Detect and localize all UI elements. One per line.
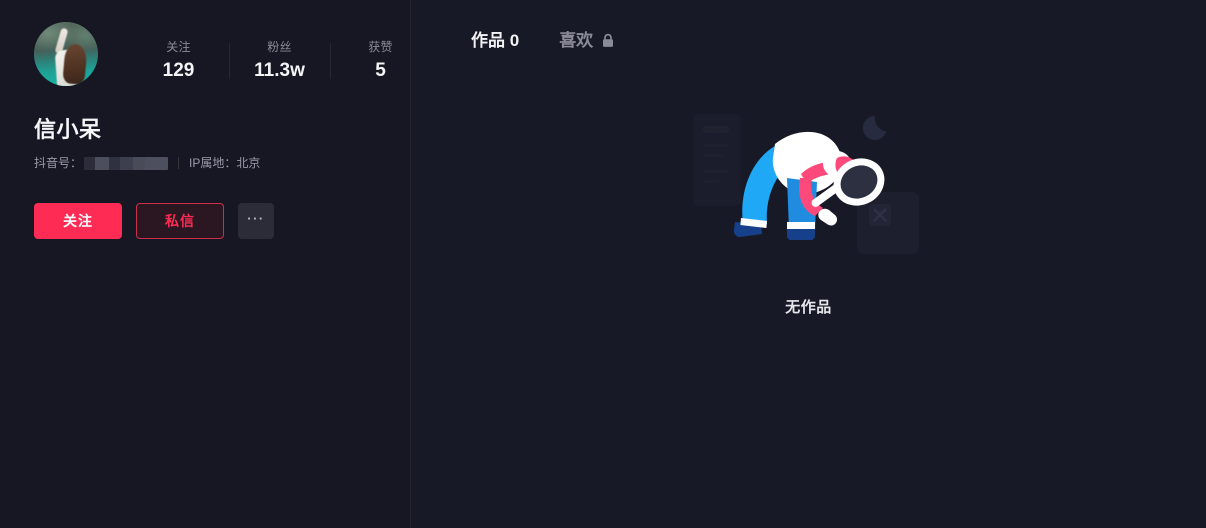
message-button[interactable]: 私信 [136,203,224,239]
stats-row: 关注 129 粉丝 11.3w 获赞 5 [128,22,431,84]
avatar[interactable] [34,22,98,86]
meta-divider [178,157,180,169]
tab-likes-label: 喜欢 [559,31,594,50]
stat-following[interactable]: 关注 129 [128,39,229,84]
douyin-profile-page: 关注 129 粉丝 11.3w 获赞 5 信小呆 抖音号： IP属地：北京 关注… [0,0,1206,528]
empty-illustration [679,96,939,266]
douyin-id-redacted-value [84,156,169,170]
avatar-figure-hair [62,43,88,85]
tab-works[interactable]: 作品 0 [471,28,519,54]
page-title: 信小呆 [34,117,102,142]
content-panel: 作品 0 喜欢 无作品 [411,0,1206,528]
stat-label: 粉丝 [267,40,292,54]
douyin-id-label: 抖音号： [34,156,83,170]
empty-state: 无作品 [411,96,1206,317]
stat-value: 11.3w [254,60,305,81]
stat-value: 129 [162,60,195,81]
stat-label: 关注 [166,40,191,54]
profile-meta: 抖音号： IP属地：北京 [34,154,411,172]
crescent-moon-icon [862,115,886,140]
figure-front-cuff [786,222,815,229]
empty-state-text: 无作品 [785,299,832,316]
tab-works-label: 作品 0 [471,31,520,50]
follow-button[interactable]: 关注 [34,203,122,239]
tab-likes[interactable]: 喜欢 [559,28,615,54]
identity-row: 关注 129 粉丝 11.3w 获赞 5 [34,22,411,86]
figure-front-shoe [786,228,815,240]
bg-card-left [692,114,741,206]
content-tabs: 作品 0 喜欢 [471,28,1206,54]
person-with-magnifying-glass-icon [692,114,919,254]
stat-fans[interactable]: 粉丝 11.3w [229,39,330,84]
more-options-button[interactable]: ··· [238,203,274,239]
lock-icon [601,33,615,49]
profile-actions: 关注 私信 ··· [34,203,411,239]
ip-location: IP属地：北京 [189,156,261,170]
figure-hand-lower [817,208,837,226]
profile-sidebar: 关注 129 粉丝 11.3w 获赞 5 信小呆 抖音号： IP属地：北京 关注… [0,0,411,528]
